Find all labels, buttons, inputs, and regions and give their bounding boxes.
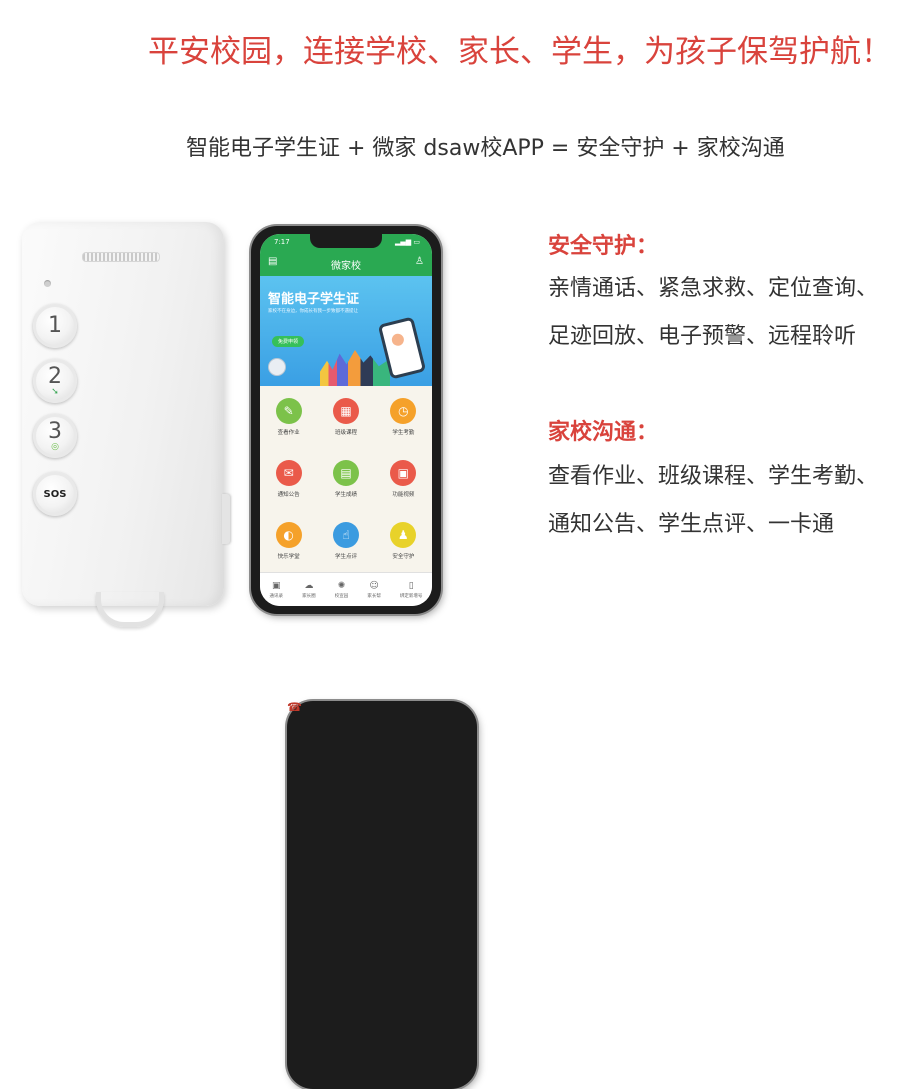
feature-item[interactable]: ◐ 快乐学堂 xyxy=(260,510,317,572)
tab-item[interactable]: ☁ 家长圈 xyxy=(302,581,316,599)
feature-item[interactable]: ☝ 学生点评 xyxy=(317,510,374,572)
device-button-2: 2 ➘ xyxy=(33,359,77,403)
app-header: ▤ 微家校 ♙ xyxy=(260,250,432,276)
feature-grid: ✎ 查看作业 ▦ 班级课程 ◷ 学生考勤 ✉ 通知公告 ▤ 学生成绩 ▣ 功能视频 ◐ 快乐学堂 ☝ 学生点评… xyxy=(260,386,432,572)
tab-item[interactable]: ☺ 家长帮 xyxy=(367,581,381,599)
feature-item-label: 功能视频 xyxy=(392,492,415,498)
atom-icon: ✺ xyxy=(337,581,346,591)
tab-item[interactable]: ✺ 校宣园 xyxy=(335,581,349,599)
home-school-feature-line-2: 通知公告、学生点评、一卡通 xyxy=(548,512,835,537)
product-formula: 智能电子学生证 + 微家 dsaw校APP = 安全守护 + 家校沟通 xyxy=(186,136,785,161)
feature-item-label: 快乐学堂 xyxy=(277,554,300,560)
tv-icon: ▣ xyxy=(390,460,417,486)
feature-item[interactable]: ✉ 通知公告 xyxy=(260,448,317,510)
device-sos-button: ☎ SOS xyxy=(33,472,477,1089)
feature-item[interactable]: ▣ 功能视频 xyxy=(375,448,432,510)
safety-feature-line-1: 亲情通话、紧急求救、定位查询、 xyxy=(548,276,879,301)
speaker-grille xyxy=(82,252,160,262)
tab-label: 家长帮 xyxy=(367,594,381,599)
status-time: 7:17 xyxy=(274,238,290,246)
tab-label: 绑定新增号 xyxy=(399,594,423,599)
document-icon: ▤ xyxy=(332,460,359,486)
circle-icon: ◎ xyxy=(51,441,59,452)
slogan-headline: 平安校园，连接学校、家长、学生，为孩子保驾护航！ xyxy=(148,34,892,70)
banner-title: 智能电子学生证 xyxy=(268,292,360,307)
device-button-3: 3 ◎ xyxy=(33,414,77,458)
side-key xyxy=(222,494,230,544)
chat-icon: ☁ xyxy=(304,581,314,591)
lanyard-ring xyxy=(96,592,164,627)
feature-item-label: 学生点评 xyxy=(334,554,357,560)
app-title: 微家校 xyxy=(331,261,361,272)
device-button-1: 1 xyxy=(33,304,77,348)
promo-banner[interactable]: 智能电子学生证 家校不在身边，你成长有我一步致都不遇提让 免费申领 xyxy=(260,276,432,386)
thumbs-up-icon: ☝ xyxy=(332,522,359,548)
phone-notch xyxy=(310,234,382,248)
bottom-tab-bar: ▣ 通讯录 ☁ 家长圈 ✺ 校宣园 ☺ 家长帮 ▯ 绑定新增号 xyxy=(260,572,432,606)
phone-add-icon: ▯ xyxy=(408,581,414,591)
feature-item-label: 通知公告 xyxy=(277,492,300,498)
status-led xyxy=(44,280,51,287)
megaphone-icon: ✉ xyxy=(275,460,302,486)
tab-label: 家长圈 xyxy=(302,594,316,599)
safety-feature-line-2: 足迹回放、电子预警、远程聆听 xyxy=(548,324,857,349)
feature-item-label: 安全守护 xyxy=(392,554,415,560)
calendar-icon: ▦ xyxy=(332,398,359,424)
robot-illustration xyxy=(268,358,286,376)
contacts-icon: ▣ xyxy=(272,581,281,591)
tab-item[interactable]: ▯ 绑定新增号 xyxy=(400,581,423,599)
pencil-icon: ✎ xyxy=(275,398,302,424)
cap-icon: ◐ xyxy=(275,522,302,548)
arrow-icon: ➘ xyxy=(51,386,59,397)
smartphone: 7:17 ▂▄▆ ▭ ▤ 微家校 ♙ 智能电子学生证 家校不在身边，你成长有我一… xyxy=(251,226,441,614)
feature-item[interactable]: ▦ 班级课程 xyxy=(317,386,374,448)
home-school-section-title: 家校沟通： xyxy=(548,420,659,445)
tab-item[interactable]: ▣ 通讯录 xyxy=(270,581,284,599)
feature-item[interactable]: ✎ 查看作业 xyxy=(260,386,317,448)
safety-section-title: 安全守护： xyxy=(548,234,659,259)
home-school-feature-line-1: 查看作业、班级课程、学生考勤、 xyxy=(548,464,879,489)
feature-item[interactable]: ♟ 安全守护 xyxy=(375,510,432,572)
banner-apply-button[interactable]: 免费申领 xyxy=(272,336,305,347)
phone-screen: 7:17 ▂▄▆ ▭ ▤ 微家校 ♙ 智能电子学生证 家校不在身边，你成长有我一… xyxy=(260,234,432,606)
feature-item[interactable]: ◷ 学生考勤 xyxy=(375,386,432,448)
banner-subtitle: 家校不在身边，你成长有我一步致都不遇提让 xyxy=(268,309,358,314)
feature-item-label: 班级课程 xyxy=(334,430,357,436)
student-card-device: 1 2 ➘ 3 ◎ ☎ SOS xyxy=(22,222,477,1089)
signal-battery-icon: ▂▄▆ ▭ xyxy=(395,238,420,246)
clock-icon: ◷ xyxy=(390,398,417,424)
user-shield-icon: ♟ xyxy=(390,522,417,548)
phone-icon: ☎ xyxy=(287,701,477,1089)
tab-label: 校宣园 xyxy=(334,594,349,599)
city-illustration xyxy=(320,350,390,386)
feature-item-label: 学生考勤 xyxy=(392,430,415,436)
masks-icon: ☺ xyxy=(369,581,379,591)
feature-item[interactable]: ▤ 学生成绩 xyxy=(317,448,374,510)
feature-item-label: 查看作业 xyxy=(277,430,300,436)
feature-item-label: 学生成绩 xyxy=(334,492,357,498)
user-icon[interactable]: ♙ xyxy=(415,256,424,267)
tab-label: 通讯录 xyxy=(269,594,284,599)
